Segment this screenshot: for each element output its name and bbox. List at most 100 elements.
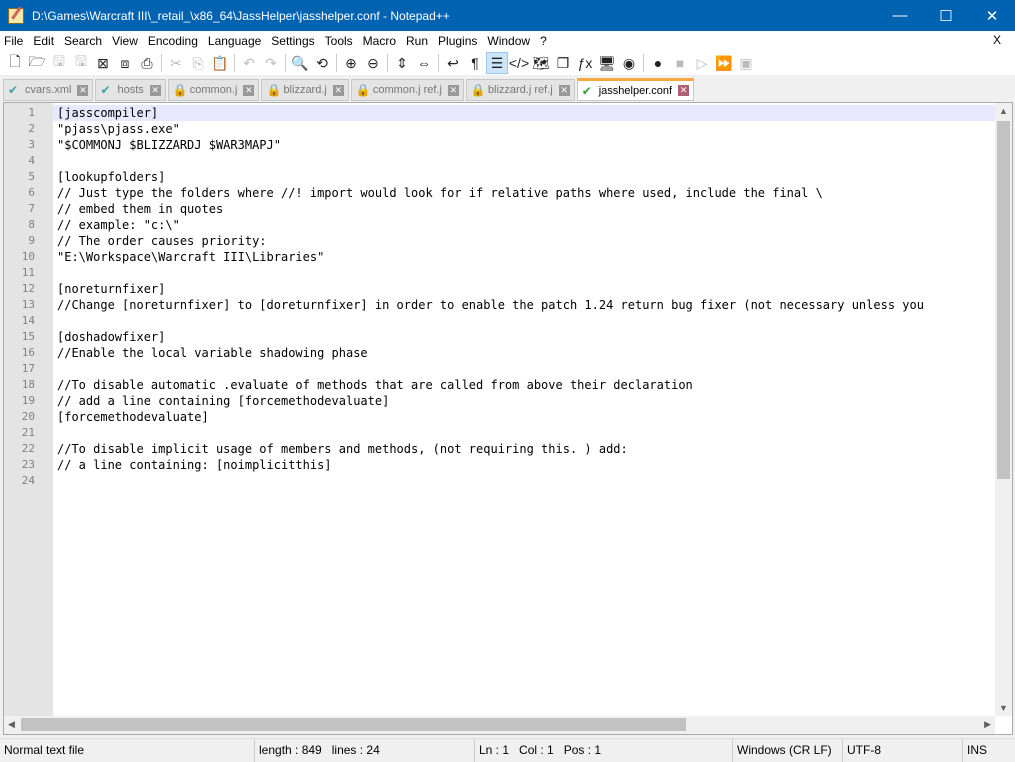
editor[interactable]: 1 2 3 4 5 6 7 8 9 10 11 12 13 14 15 16 17 18 19 20 21 22 23 24 … <box>3 102 1013 735</box>
close-icon: ⊠ <box>97 54 109 71</box>
menu-window[interactable]: Window <box>483 34 534 48</box>
save-macro-button[interactable]: ▣ <box>735 52 757 74</box>
function-list-icon: ƒx <box>577 55 593 71</box>
tab-close-icon[interactable]: ✕ <box>558 84 570 96</box>
indent-guide-button[interactable]: ☰ <box>486 52 508 74</box>
menu-view[interactable]: View <box>108 34 142 48</box>
code-line: // a line containing: [noimplicitthis] <box>57 458 332 472</box>
tab-common-j[interactable]: 🔒 common.j ✕ <box>167 79 260 101</box>
saved-check-icon: ✔ <box>100 83 111 97</box>
line-number: 4 <box>28 154 35 167</box>
menu-file[interactable]: File <box>0 34 27 48</box>
play-macro-button[interactable]: ▷ <box>691 52 713 74</box>
tab-close-icon[interactable]: ✕ <box>678 85 690 96</box>
code-line: [noreturnfixer] <box>57 282 166 296</box>
document-list-button[interactable]: ❐ <box>552 52 574 74</box>
tab-close-icon[interactable]: ✕ <box>332 84 344 96</box>
function-list-button[interactable]: ƒx <box>574 52 596 74</box>
tab-close-icon[interactable]: ✕ <box>447 84 459 96</box>
menu-tools[interactable]: Tools <box>321 34 357 48</box>
close-button[interactable]: ⊠ <box>92 52 114 74</box>
copy-button[interactable]: ⎘ <box>187 52 209 74</box>
new-file-icon: 🗋 <box>9 53 21 69</box>
redo-button[interactable]: ↷ <box>260 52 282 74</box>
scroll-left-icon[interactable]: ◀ <box>8 719 15 730</box>
tab-hosts[interactable]: ✔ hosts ✕ <box>95 79 166 101</box>
run-macro-multiple-button[interactable]: ⏩ <box>713 52 735 74</box>
tab-close-icon[interactable]: ✕ <box>243 84 255 96</box>
word-wrap-button[interactable]: ↩ <box>442 52 464 74</box>
undo-button[interactable]: ↶ <box>238 52 260 74</box>
record-macro-button[interactable]: ● <box>647 52 669 74</box>
tab-label: jasshelper.conf <box>598 84 673 97</box>
tab-common-j-ref-j[interactable]: 🔒 common.j ref.j ✕ <box>350 79 464 101</box>
tab-close-icon[interactable]: ✕ <box>149 84 161 96</box>
menu-edit[interactable]: Edit <box>29 34 58 48</box>
horizontal-scroll-thumb[interactable] <box>21 718 686 731</box>
new-file-button[interactable]: 🗋 <box>4 52 26 74</box>
zoom-out-button[interactable]: ⊖ <box>362 52 384 74</box>
menu-encoding[interactable]: Encoding <box>144 34 202 48</box>
status-eol: Windows (CR LF) <box>733 738 843 762</box>
save-button[interactable]: 🖫 <box>48 52 70 74</box>
line-number: 23 <box>21 458 35 471</box>
find-button[interactable]: 🔍 <box>289 52 311 74</box>
print-icon: ⎙ <box>141 54 153 71</box>
vertical-scroll-thumb[interactable] <box>997 121 1010 479</box>
document-map-button[interactable]: 🗺 <box>530 52 552 74</box>
toolbar-separator <box>161 54 162 72</box>
menu-help[interactable]: ? <box>536 34 551 48</box>
paste-button[interactable]: 📋 <box>209 52 231 74</box>
menu-run[interactable]: Run <box>402 34 432 48</box>
status-length-lines: length : 849 lines : 24 <box>255 738 475 762</box>
code-line: // The order causes priority: <box>57 234 267 248</box>
close-window-button[interactable]: ✕ <box>969 0 1015 31</box>
xml-tag-button[interactable]: </> <box>508 52 530 74</box>
menu-search[interactable]: Search <box>60 34 106 48</box>
menu-macro[interactable]: Macro <box>359 34 400 48</box>
menu-plugins[interactable]: Plugins <box>434 34 481 48</box>
horizontal-scrollbar[interactable]: ◀ ▶ <box>4 716 995 734</box>
print-button[interactable]: ⎙ <box>136 52 158 74</box>
open-file-button[interactable]: 🗁 <box>26 52 48 74</box>
close-document-button[interactable]: X <box>989 33 1005 47</box>
show-all-chars-button[interactable]: ¶ <box>464 52 486 74</box>
minimize-button[interactable]: — <box>877 0 923 31</box>
sync-horizontal-button[interactable]: ⇔ <box>413 52 435 74</box>
maximize-button[interactable]: ☐ <box>923 0 969 31</box>
tab-jasshelper-conf[interactable]: ✔ jasshelper.conf ✕ <box>576 78 695 101</box>
stop-macro-button[interactable]: ■ <box>669 52 691 74</box>
tab-close-icon[interactable]: ✕ <box>77 84 89 96</box>
scroll-up-icon[interactable]: ▲ <box>999 106 1008 116</box>
cut-button[interactable]: ✂ <box>165 52 187 74</box>
code-line: //To disable implicit usage of members a… <box>57 442 628 456</box>
read-only-lock-icon: 🔒 <box>266 83 282 97</box>
close-all-icon: ⧈ <box>120 54 130 71</box>
status-ln: Ln : 1 <box>479 742 510 757</box>
code-line: // add a line containing [forcemethodeva… <box>57 394 390 408</box>
run-macro-multiple-icon: ⏩ <box>715 54 733 71</box>
zoom-in-button[interactable]: ⊕ <box>340 52 362 74</box>
folder-workspace-button[interactable]: 🖥 <box>596 52 618 74</box>
close-all-button[interactable]: ⧈ <box>114 52 136 74</box>
vertical-scrollbar[interactable]: ▲ ▼ <box>995 103 1012 716</box>
tab-blizzard-j[interactable]: 🔒 blizzard.j ✕ <box>261 79 349 101</box>
menu-settings[interactable]: Settings <box>267 34 318 48</box>
scroll-down-icon[interactable]: ▼ <box>999 703 1008 713</box>
line-number: 12 <box>21 282 35 295</box>
record-macro-icon: ● <box>653 55 663 71</box>
scroll-right-icon[interactable]: ▶ <box>984 719 991 730</box>
sync-vertical-button[interactable]: ⇕ <box>391 52 413 74</box>
line-number: 11 <box>21 266 35 279</box>
status-lines: lines : 24 <box>331 742 380 757</box>
code-area[interactable]: [jasscompiler] "pjass\pjass.exe" "$COMMONJ… <box>53 103 995 716</box>
tab-cvars-xml[interactable]: ✔ cvars.xml ✕ <box>3 79 94 101</box>
menu-language[interactable]: Language <box>204 34 265 48</box>
monitoring-button[interactable]: ◉ <box>618 52 640 74</box>
replace-button[interactable]: ⟲ <box>311 52 333 74</box>
save-all-button[interactable]: 🖫 <box>70 52 92 74</box>
line-number: 9 <box>28 234 35 247</box>
code-line: "$COMMONJ $BLIZZARDJ $WAR3MAPJ" <box>57 138 281 152</box>
indent-guide-icon: ☰ <box>490 54 504 71</box>
tab-blizzard-j-ref-j[interactable]: 🔒 blizzard.j ref.j ✕ <box>465 79 575 101</box>
